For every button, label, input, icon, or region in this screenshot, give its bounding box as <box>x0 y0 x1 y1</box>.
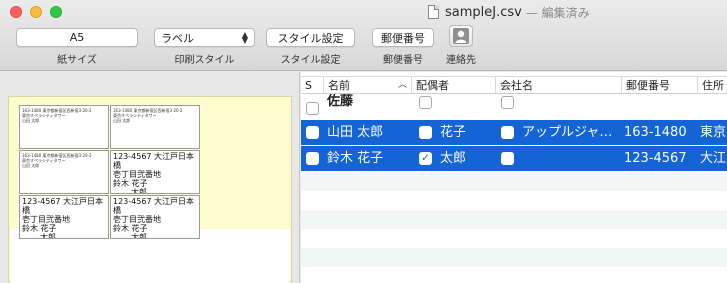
preview-label: 163-1480 東京都新宿区西新宿3-20-2 東京オペラシティタワー 山田 … <box>110 105 200 149</box>
column-header-s[interactable]: S <box>301 77 323 94</box>
column-header-address[interactable]: 住所 <box>697 77 727 94</box>
company-checkbox[interactable] <box>501 96 514 109</box>
column-header-company[interactable]: 会社名 <box>495 77 621 94</box>
spouse-checkbox[interactable] <box>419 126 432 139</box>
address-table[interactable]: S 名前 ︿ 配偶者 会社名 郵便番号 住所 佐藤 山田 太郎 花子 アップルジ… <box>301 72 727 283</box>
checkmark-icon: ✓ <box>421 153 430 164</box>
spouse-checkbox[interactable] <box>419 96 432 109</box>
address-cell: 大江 <box>700 151 727 166</box>
address-cell: 東京 <box>700 125 727 140</box>
empty-row <box>301 191 727 210</box>
preview-page: 163-1480 東京都新宿区西新宿3-20-2 東京オペラシティタワー 山田 … <box>8 96 292 283</box>
preview-label: 123-4567 大江戸日本橋 壱丁目弐番地 鈴木 花子 太郎 <box>110 195 200 239</box>
empty-row <box>301 267 727 283</box>
paper-size-label: 紙サイズ <box>57 55 97 66</box>
table-row[interactable]: 佐藤 <box>301 94 727 120</box>
window-title: sampleJ.csv <box>445 4 522 20</box>
postal-cell: 123-4567 <box>624 151 687 166</box>
contacts-button[interactable] <box>449 25 473 47</box>
window-title-bar: sampleJ.csv — 編集済み <box>428 3 590 21</box>
company-checkbox[interactable] <box>501 126 514 139</box>
select-checkbox[interactable] <box>306 102 319 115</box>
empty-row <box>301 210 727 229</box>
minimize-window-button[interactable] <box>30 6 42 18</box>
select-checkbox[interactable] <box>306 126 319 139</box>
table-header: S 名前 ︿ 配偶者 会社名 郵便番号 住所 <box>301 76 727 94</box>
column-header-spouse[interactable]: 配偶者 <box>411 77 495 94</box>
name-cell: 鈴木 花子 <box>327 151 384 166</box>
person-icon <box>453 28 469 44</box>
column-header-name[interactable]: 名前 ︿ <box>323 77 411 94</box>
zoom-window-button[interactable] <box>50 6 62 18</box>
name-cell: 佐藤 <box>327 94 354 109</box>
company-cell: アップルジャ… <box>522 125 613 140</box>
preview-label: 163-1480 東京都新宿区西新宿3-20-2 東京オペラシティタワー 山田 … <box>19 105 109 149</box>
preview-label: 123-4567 大江戸日本橋 壱丁目弐番地 鈴木 花子 太郎 <box>19 195 109 239</box>
table-row[interactable]: 鈴木 花子 ✓ 太郎 123-4567 大江 <box>301 146 727 171</box>
name-cell: 山田 太郎 <box>327 125 384 140</box>
empty-row <box>301 172 727 191</box>
postal-cell: 163-1480 <box>624 125 687 140</box>
style-settings-button-label: スタイル設定 <box>277 31 344 45</box>
select-checkbox[interactable] <box>306 152 319 165</box>
window-edited-status: — 編集済み <box>525 5 590 20</box>
preview-label: 163-1480 東京都新宿区西新宿3-20-2 東京オペラシティタワー 山田 … <box>19 150 109 194</box>
sort-ascending-icon: ︿ <box>398 80 408 90</box>
empty-row <box>301 248 727 267</box>
spouse-checkbox[interactable]: ✓ <box>419 152 432 165</box>
company-checkbox[interactable] <box>501 152 514 165</box>
postal-code-button-label: 郵便番号 <box>381 31 425 45</box>
spouse-cell: 太郎 <box>440 151 467 166</box>
table-row[interactable]: 山田 太郎 花子 アップルジャ… 163-1480 東京 <box>301 120 727 145</box>
print-style-value: ラベル <box>161 31 194 45</box>
style-settings-label: スタイル設定 <box>280 55 341 66</box>
print-preview-pane: 163-1480 東京都新宿区西新宿3-20-2 東京オペラシティタワー 山田 … <box>0 72 300 283</box>
print-style-label: 印刷スタイル <box>174 55 235 66</box>
paper-size-field[interactable]: A5 <box>16 28 138 47</box>
close-window-button[interactable] <box>10 6 22 18</box>
column-header-postal[interactable]: 郵便番号 <box>621 77 697 94</box>
paper-size-value: A5 <box>69 31 85 44</box>
style-settings-button[interactable]: スタイル設定 <box>266 28 355 47</box>
postal-code-label: 郵便番号 <box>383 55 423 66</box>
postal-code-button[interactable]: 郵便番号 <box>372 28 434 47</box>
contacts-label: 連絡先 <box>446 55 476 66</box>
print-style-select[interactable]: ラベル ▲ ▼ <box>154 28 255 47</box>
window-toolbar: sampleJ.csv — 編集済み A5 紙サイズ ラベル ▲ ▼ 印刷スタイル… <box>0 0 727 71</box>
chevron-updown-icon: ▲ ▼ <box>241 29 248 45</box>
spouse-cell: 花子 <box>440 125 467 140</box>
document-icon <box>428 5 439 19</box>
preview-label: 123-4567 大江戸日本橋 壱丁目弐番地 鈴木 花子 太郎 <box>110 150 200 194</box>
empty-row <box>301 229 727 248</box>
